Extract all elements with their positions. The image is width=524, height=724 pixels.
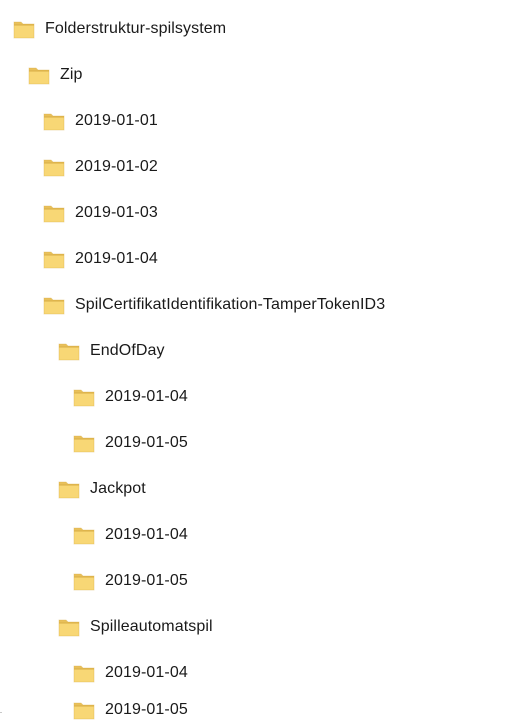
- tree-node-label: Folderstruktur-spilsystem: [45, 20, 227, 37]
- folder-icon: [58, 617, 80, 637]
- tree-node-spilcertifikat[interactable]: SpilCertifikatIdentifikation-TamperToken…: [43, 291, 385, 319]
- tree-node-label: 2019-01-04: [105, 526, 188, 543]
- folder-icon: [13, 19, 35, 39]
- tree-node-label: 2019-01-01: [75, 112, 158, 129]
- tree-node-label: 2019-01-05: [105, 572, 188, 589]
- folder-icon: [43, 157, 65, 177]
- tree-node-endofday-2019-01-05[interactable]: 2019-01-05: [73, 429, 188, 457]
- tree-node-spilleautomatspil[interactable]: Spilleautomatspil: [58, 613, 213, 641]
- folder-icon: [73, 700, 95, 720]
- tree-node-root[interactable]: Folderstruktur-spilsystem: [13, 15, 226, 43]
- tree-node-label: Zip: [60, 66, 83, 83]
- folder-icon: [73, 387, 95, 407]
- folder-icon: [73, 663, 95, 683]
- tree-node-label: 2019-01-03: [75, 204, 158, 221]
- folder-icon: [43, 203, 65, 223]
- tree-node-label: 2019-01-05: [105, 434, 188, 451]
- tree-node-zip[interactable]: Zip: [28, 61, 83, 89]
- folder-icon: [73, 525, 95, 545]
- tree-node-jackpot-2019-01-05[interactable]: 2019-01-05: [73, 567, 188, 595]
- tree-node-2019-01-02[interactable]: 2019-01-02: [43, 153, 158, 181]
- tree-node-label: 2019-01-04: [75, 250, 158, 267]
- folder-tree: Folderstruktur-spilsystem Zip 2019-01-01…: [0, 0, 524, 724]
- folder-icon: [43, 295, 65, 315]
- tree-node-label: 2019-01-05: [105, 701, 188, 718]
- tree-node-2019-01-03[interactable]: 2019-01-03: [43, 199, 158, 227]
- tree-node-endofday-2019-01-04[interactable]: 2019-01-04: [73, 383, 188, 411]
- tree-node-label: 2019-01-04: [105, 664, 188, 681]
- tree-node-label: EndOfDay: [90, 342, 165, 359]
- folder-icon: [58, 341, 80, 361]
- edge-mark: [0, 712, 2, 713]
- tree-node-label: Jackpot: [90, 480, 146, 497]
- folder-icon: [43, 249, 65, 269]
- tree-node-label: 2019-01-02: [75, 158, 158, 175]
- tree-node-2019-01-01[interactable]: 2019-01-01: [43, 107, 158, 135]
- folder-icon: [73, 571, 95, 591]
- tree-node-2019-01-04[interactable]: 2019-01-04: [43, 245, 158, 273]
- folder-icon: [28, 65, 50, 85]
- folder-icon: [73, 433, 95, 453]
- tree-node-label: Spilleautomatspil: [90, 618, 213, 635]
- tree-node-endofday[interactable]: EndOfDay: [58, 337, 165, 365]
- tree-node-jackpot[interactable]: Jackpot: [58, 475, 146, 503]
- folder-icon: [58, 479, 80, 499]
- tree-node-spilleautomatspil-2019-01-05[interactable]: 2019-01-05: [73, 696, 188, 724]
- tree-node-jackpot-2019-01-04[interactable]: 2019-01-04: [73, 521, 188, 549]
- tree-node-spilleautomatspil-2019-01-04[interactable]: 2019-01-04: [73, 659, 188, 687]
- folder-icon: [43, 111, 65, 131]
- tree-node-label: SpilCertifikatIdentifikation-TamperToken…: [75, 296, 386, 313]
- tree-node-label: 2019-01-04: [105, 388, 188, 405]
